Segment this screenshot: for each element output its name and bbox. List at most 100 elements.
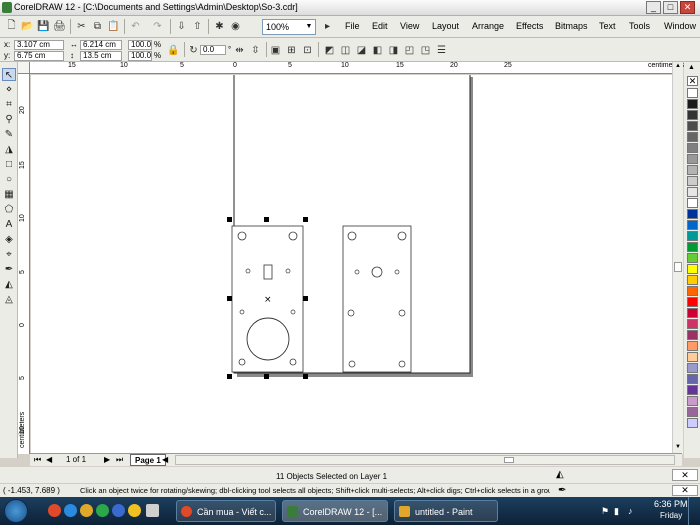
ungroup-icon[interactable]: ⊞ xyxy=(284,43,299,58)
outline-pen-icon[interactable]: ✒ xyxy=(558,485,566,496)
palette-swatch[interactable] xyxy=(687,143,698,153)
palette-swatch[interactable] xyxy=(687,418,698,428)
palette-scroll-up-icon[interactable]: ▲ xyxy=(688,64,695,71)
zoom-level-select[interactable]: 100% ▼ xyxy=(262,19,316,35)
ellipse-tool-icon[interactable]: ○ xyxy=(2,173,16,186)
menu-view[interactable]: View xyxy=(400,21,419,31)
selection-handle[interactable] xyxy=(264,217,269,222)
quicklaunch-folder-icon[interactable] xyxy=(80,504,93,517)
width-field[interactable]: 6.214 cm xyxy=(80,40,122,50)
outline-color-swatch[interactable]: ✕ xyxy=(672,485,698,496)
export-icon[interactable]: ⇧ xyxy=(190,19,205,34)
mirror-horizontal-icon[interactable]: ⇹ xyxy=(232,43,247,58)
lock-ratio-icon[interactable]: 🔒 xyxy=(166,43,181,58)
redo-icon[interactable]: ↷ xyxy=(150,19,165,34)
freehand-tool-icon[interactable]: ✎ xyxy=(2,128,16,141)
interactive-blend-tool-icon[interactable]: ◈ xyxy=(2,233,16,246)
scroll-thumb[interactable] xyxy=(504,457,514,463)
palette-swatch[interactable] xyxy=(687,132,698,142)
eyedropper-tool-icon[interactable]: ⌖ xyxy=(2,248,16,261)
quicklaunch-media-icon[interactable] xyxy=(96,504,109,517)
selection-handle[interactable] xyxy=(303,374,308,379)
palette-swatch[interactable] xyxy=(687,253,698,263)
save-icon[interactable]: 💾 xyxy=(36,19,51,34)
fill-indicator-icon[interactable]: ◭ xyxy=(556,469,564,480)
palette-swatch[interactable] xyxy=(687,99,698,109)
clock-time[interactable]: 6:36 PM xyxy=(654,499,688,509)
simplify-icon[interactable]: ◨ xyxy=(386,43,401,58)
palette-swatch[interactable] xyxy=(687,341,698,351)
page-tab[interactable]: Page 1 xyxy=(130,454,166,466)
quicklaunch-desktop-icon[interactable] xyxy=(146,504,159,517)
center-marker-icon[interactable]: × xyxy=(264,295,272,305)
text-tool-icon[interactable]: A xyxy=(2,218,16,231)
menu-bitmaps[interactable]: Bitmaps xyxy=(555,21,588,31)
selection-handle[interactable] xyxy=(227,374,232,379)
scroll-thumb[interactable] xyxy=(674,262,682,272)
palette-swatch[interactable] xyxy=(687,363,698,373)
scroll-up-icon[interactable]: ▲ xyxy=(674,63,682,71)
shape-tool-icon[interactable]: ⋄ xyxy=(2,83,16,96)
menu-file[interactable]: File xyxy=(345,21,360,31)
application-launcher-icon[interactable]: ✱ xyxy=(212,19,227,34)
previous-page-icon[interactable]: ◀ xyxy=(46,455,52,464)
maximize-button[interactable]: □ xyxy=(663,1,678,14)
scale-x-field[interactable]: 100.0 xyxy=(128,40,152,50)
back-minus-front-icon[interactable]: ◳ xyxy=(418,43,433,58)
quicklaunch-app-icon[interactable] xyxy=(112,504,125,517)
fill-tool-icon[interactable]: ◭ xyxy=(2,278,16,291)
selection-handle[interactable] xyxy=(303,217,308,222)
vertical-ruler[interactable]: 20 15 10 5 0 5 10 centimeters xyxy=(18,74,30,454)
palette-swatch[interactable] xyxy=(687,264,698,274)
front-minus-back-icon[interactable]: ◰ xyxy=(402,43,417,58)
taskbar-item-coreldraw[interactable]: CorelDRAW 12 - [... xyxy=(282,500,388,522)
palette-swatch[interactable] xyxy=(687,231,698,241)
panel-right-group[interactable] xyxy=(342,225,412,373)
zoom-dropdown-arrow-icon[interactable]: ▸ xyxy=(320,19,335,34)
palette-swatch[interactable] xyxy=(687,407,698,417)
palette-swatch[interactable] xyxy=(687,88,698,98)
horizontal-scrollbar[interactable] xyxy=(175,455,675,465)
height-field[interactable]: 13.5 cm xyxy=(80,51,122,61)
menu-layout[interactable]: Layout xyxy=(432,21,459,31)
first-page-icon[interactable]: ⏮ xyxy=(34,455,41,465)
crop-tool-icon[interactable]: ⌗ xyxy=(2,98,16,111)
menu-tools[interactable]: Tools xyxy=(629,21,650,31)
ruler-origin[interactable] xyxy=(18,62,30,74)
quicklaunch-messenger-icon[interactable] xyxy=(128,504,141,517)
smart-fill-tool-icon[interactable]: ◮ xyxy=(2,143,16,156)
menu-edit[interactable]: Edit xyxy=(372,21,388,31)
menu-text[interactable]: Text xyxy=(599,21,616,31)
quicklaunch-chrome-icon[interactable] xyxy=(48,504,61,517)
align-distribute-icon[interactable]: ☰ xyxy=(434,43,449,58)
palette-swatch[interactable] xyxy=(687,275,698,285)
selection-handle[interactable] xyxy=(264,374,269,379)
scale-y-field[interactable]: 100.0 xyxy=(128,51,152,61)
system-tray-icon[interactable]: ⚑ xyxy=(601,506,609,517)
palette-swatch[interactable] xyxy=(687,319,698,329)
horizontal-ruler[interactable]: 15 10 5 0 5 10 15 20 25 centimeters xyxy=(30,62,684,74)
paste-icon[interactable]: 📋 xyxy=(106,19,121,34)
taskbar-item-chrome[interactable]: Cần mua - Viết c... xyxy=(176,500,276,522)
import-icon[interactable]: ⇩ xyxy=(174,19,189,34)
palette-swatch[interactable] xyxy=(687,242,698,252)
palette-swatch[interactable] xyxy=(687,385,698,395)
vertical-scrollbar[interactable]: ▲ ▼ xyxy=(672,62,683,454)
rectangle-tool-icon[interactable]: □ xyxy=(2,158,16,171)
selection-handle[interactable] xyxy=(227,217,232,222)
palette-swatch[interactable] xyxy=(687,286,698,296)
trim-icon[interactable]: ◪ xyxy=(354,43,369,58)
last-page-icon[interactable]: ⏭ xyxy=(116,455,123,465)
next-page-icon[interactable]: ▶ xyxy=(104,455,110,464)
palette-swatch[interactable] xyxy=(687,110,698,120)
zoom-tool-icon[interactable]: ⚲ xyxy=(2,113,16,126)
new-document-icon[interactable]: 🗋 xyxy=(4,19,19,34)
no-color-swatch[interactable]: ✕ xyxy=(687,76,698,86)
print-icon[interactable]: 🖨 xyxy=(52,19,67,34)
panel-right-outline[interactable] xyxy=(342,225,412,373)
drawing-canvas[interactable]: × xyxy=(31,75,682,453)
mirror-vertical-icon[interactable]: ⇳ xyxy=(248,43,263,58)
page-tab-scroll-icon[interactable]: ◀ xyxy=(162,455,168,464)
menu-effects[interactable]: Effects xyxy=(516,21,543,31)
palette-swatch[interactable] xyxy=(687,176,698,186)
